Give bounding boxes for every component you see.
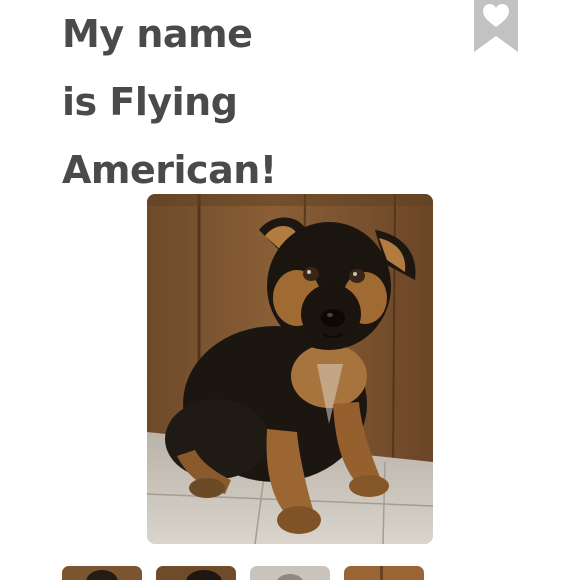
- photo-thumbnail-3[interactable]: [250, 566, 330, 580]
- photo-thumbnail-4[interactable]: [344, 566, 424, 580]
- thumbnail-image: [62, 566, 142, 580]
- thumbnail-image: [344, 566, 424, 580]
- photo-thumbnail-2[interactable]: [156, 566, 236, 580]
- photo-thumbnail-1[interactable]: [62, 566, 142, 580]
- puppy-photo-image: [147, 194, 433, 544]
- title-line-2: is Flying: [62, 80, 238, 124]
- heart-bookmark-icon: [474, 0, 518, 52]
- thumbnail-image: [250, 566, 330, 580]
- pet-name-heading: My name is Flying American!: [62, 0, 442, 204]
- pet-profile-page: My name is Flying American!: [0, 0, 580, 580]
- favorite-button[interactable]: [474, 0, 518, 52]
- photo-thumbnail-strip: [62, 566, 442, 580]
- title-line-1: My name: [62, 12, 253, 56]
- pet-main-photo[interactable]: [147, 194, 433, 544]
- thumbnail-image: [156, 566, 236, 580]
